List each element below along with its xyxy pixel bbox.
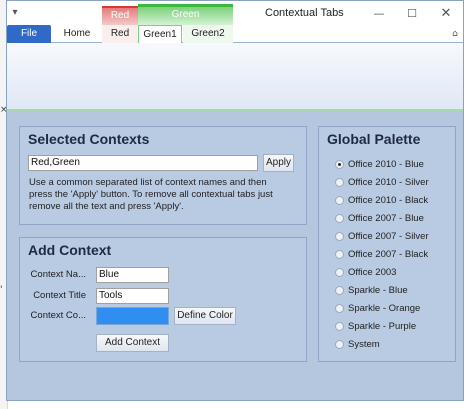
context-title-input[interactable]: Tools — [96, 288, 169, 304]
radio-button-icon[interactable] — [335, 321, 344, 331]
radio-button-icon[interactable] — [335, 267, 344, 277]
quick-access-dropdown-icon[interactable]: ▾ — [9, 6, 21, 18]
maximize-icon[interactable]: ☐ — [397, 1, 427, 25]
context-name-input[interactable]: Blue — [96, 267, 169, 283]
tab-home[interactable]: Home — [57, 25, 97, 43]
global-palette-title: Global Palette — [327, 131, 421, 147]
minimize-icon[interactable]: — — [364, 1, 394, 25]
radio-button-icon[interactable] — [335, 285, 344, 295]
radio-button-icon[interactable] — [335, 159, 344, 169]
palette-option-label: Office 2010 - Silver — [348, 176, 429, 188]
palette-option[interactable]: Sparkle - Purple — [335, 318, 416, 334]
palette-option[interactable]: Sparkle - Blue — [335, 282, 408, 298]
palette-option-label: Sparkle - Orange — [348, 302, 421, 314]
context-name-label: Context Na... — [30, 269, 86, 280]
context-color-swatch[interactable] — [96, 307, 169, 325]
add-context-panel: Add Context Context Na... Blue Context T… — [19, 237, 307, 362]
palette-option-label: System — [348, 338, 380, 350]
palette-option[interactable]: Office 2007 - Silver — [335, 228, 429, 244]
ribbon-tab-row: File Home Red Green1 Green2 ⌂ — [7, 25, 463, 44]
palette-option-label: Office 2007 - Blue — [348, 212, 424, 224]
radio-button-icon[interactable] — [335, 177, 344, 187]
palette-option-label: Office 2007 - Black — [348, 248, 429, 260]
radio-button-icon[interactable] — [335, 231, 344, 241]
radio-button-icon[interactable] — [335, 249, 344, 259]
context-color-label: Context Co... — [30, 310, 86, 321]
define-color-button[interactable]: Define Color — [174, 307, 236, 325]
radio-button-icon[interactable] — [335, 213, 344, 223]
apply-button[interactable]: Apply — [263, 154, 294, 172]
add-context-title: Add Context — [28, 242, 112, 258]
radio-button-icon[interactable] — [335, 195, 344, 205]
ribbon-body — [7, 43, 463, 111]
title-bar: ▾ Red Green Contextual Tabs — ☐ ✕ — [7, 1, 463, 25]
tab-file[interactable]: File — [7, 25, 51, 43]
palette-option-label: Sparkle - Purple — [348, 320, 417, 332]
close-icon[interactable]: ✕ — [431, 1, 461, 25]
palette-option[interactable]: Office 2007 - Black — [335, 246, 428, 262]
tab-red[interactable]: Red — [102, 25, 138, 43]
palette-option[interactable]: Sparkle - Orange — [335, 300, 420, 316]
tab-green2[interactable]: Green2 — [183, 25, 233, 43]
global-palette-panel: Global Palette Office 2010 - Blue Office … — [318, 126, 456, 362]
palette-option[interactable]: Office 2010 - Silver — [335, 174, 429, 190]
ribbon-collapse-icon[interactable]: ⌂ — [449, 28, 461, 40]
contexts-input[interactable]: Red,Green — [28, 155, 258, 171]
palette-option[interactable]: Office 2010 - Black — [335, 192, 428, 208]
context-header-green: Green — [138, 4, 233, 25]
selected-contexts-panel: Selected Contexts Red,Green Apply Use a … — [19, 126, 307, 225]
selected-contexts-title: Selected Contexts — [28, 131, 150, 147]
palette-option-label: Office 2010 - Black — [348, 194, 429, 206]
palette-option[interactable]: System — [335, 336, 380, 352]
palette-option[interactable]: Office 2010 - Blue — [335, 156, 424, 172]
palette-option-label: Office 2007 - Silver — [348, 230, 429, 242]
context-header-red: Red — [102, 6, 138, 25]
tab-green1[interactable]: Green1 — [138, 25, 182, 44]
app-window: ▾ Red Green Contextual Tabs — ☐ ✕ File H… — [6, 0, 464, 401]
selected-contexts-description: Use a common separated list of context n… — [29, 177, 273, 212]
palette-option-label: Office 2003 — [348, 266, 397, 278]
context-title-label: Context Title — [33, 290, 86, 301]
palette-option[interactable]: Office 2007 - Blue — [335, 210, 424, 226]
radio-button-icon[interactable] — [335, 339, 344, 349]
palette-option-label: Office 2010 - Blue — [348, 158, 424, 170]
palette-option[interactable]: Office 2003 — [335, 264, 396, 280]
background-mark: ' — [0, 285, 3, 295]
add-context-button[interactable]: Add Context — [96, 334, 169, 352]
palette-option-label: Sparkle - Blue — [348, 284, 408, 296]
radio-button-icon[interactable] — [335, 303, 344, 313]
